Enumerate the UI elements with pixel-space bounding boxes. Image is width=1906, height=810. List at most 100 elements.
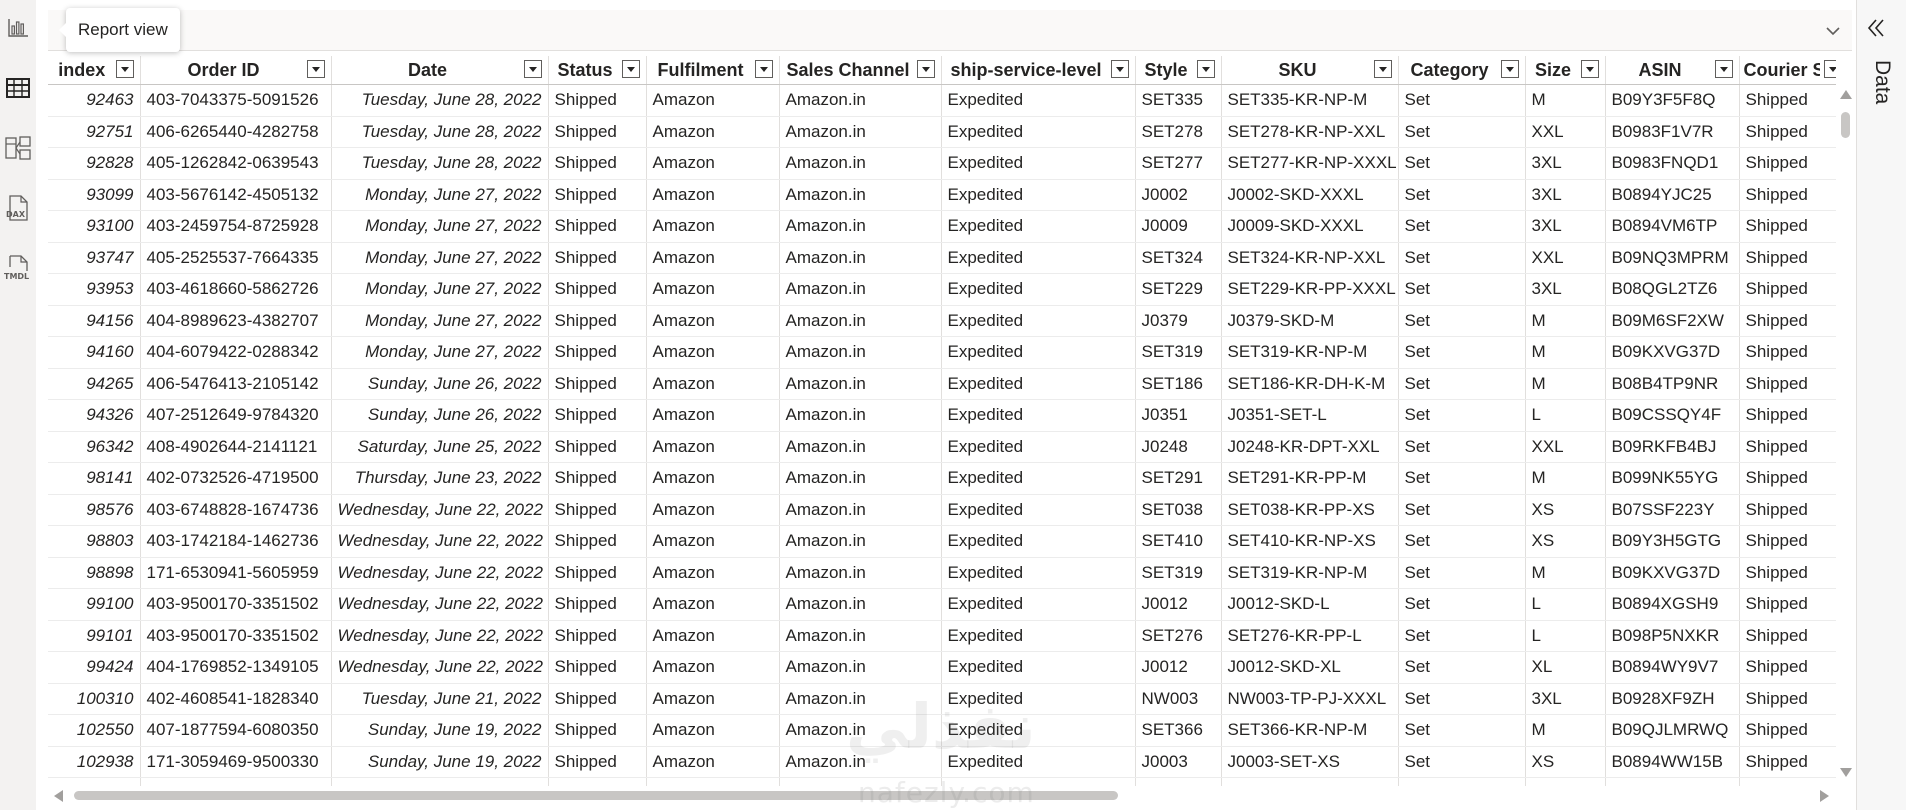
table-cell[interactable]: Shipped bbox=[548, 620, 647, 652]
table-cell[interactable]: SET366-KR-NP-M bbox=[1221, 714, 1399, 747]
table-cell[interactable]: Expedited bbox=[941, 494, 1136, 526]
table-cell[interactable]: Set bbox=[1398, 147, 1526, 180]
table-cell[interactable]: Amazon bbox=[646, 242, 780, 274]
table-cell[interactable]: Set bbox=[1398, 210, 1526, 243]
filter-dropdown-icon[interactable] bbox=[115, 60, 134, 78]
table-cell[interactable]: Shipped bbox=[1739, 273, 1836, 306]
table-cell[interactable]: Amazon.in bbox=[779, 179, 942, 211]
table-cell[interactable]: Shipped bbox=[1739, 714, 1836, 747]
table-cell[interactable]: Expedited bbox=[941, 336, 1136, 369]
table-cell[interactable]: Amazon.in bbox=[779, 557, 942, 589]
table-cell[interactable]: Amazon bbox=[646, 462, 780, 495]
table-row[interactable]: 93099 403-5676142-4505132 Monday, June 27,… bbox=[48, 179, 1836, 211]
table-cell[interactable]: 96342 bbox=[48, 431, 141, 463]
table-cell[interactable]: SET229 bbox=[1135, 273, 1222, 306]
table-cell[interactable]: SET319 bbox=[1135, 557, 1222, 589]
table-cell[interactable]: Expedited bbox=[941, 588, 1136, 621]
table-cell[interactable]: Amazon.in bbox=[779, 116, 942, 148]
table-cell[interactable]: B09K2HVZ82 bbox=[1605, 777, 1740, 786]
column-header[interactable]: Style bbox=[1135, 56, 1222, 85]
table-cell[interactable]: B09Y3F5F8Q bbox=[1605, 84, 1740, 117]
table-cell[interactable]: 102550 bbox=[48, 714, 141, 747]
table-cell[interactable]: J0002-SKD-XXXL bbox=[1221, 179, 1399, 211]
table-cell[interactable]: 98576 bbox=[48, 494, 141, 526]
table-cell[interactable]: 93747 bbox=[48, 242, 141, 274]
column-header[interactable]: Courier Status bbox=[1739, 56, 1836, 85]
table-cell[interactable]: Shipped bbox=[1739, 588, 1836, 621]
table-cell[interactable]: 405-1262842-0639543 bbox=[140, 147, 332, 180]
table-cell[interactable]: Set bbox=[1398, 588, 1526, 621]
table-cell[interactable]: Set bbox=[1398, 84, 1526, 117]
table-cell[interactable]: Tuesday, June 28, 2022 bbox=[331, 84, 549, 117]
table-cell[interactable]: Amazon.in bbox=[779, 336, 942, 369]
table-cell[interactable]: Shipped bbox=[548, 431, 647, 463]
table-cell[interactable]: 403-2459754-8725928 bbox=[140, 210, 332, 243]
table-cell[interactable]: Monday, June 27, 2022 bbox=[331, 336, 549, 369]
table-cell[interactable]: Monday, June 27, 2022 bbox=[331, 273, 549, 306]
table-cell[interactable]: Amazon.in bbox=[779, 620, 942, 652]
table-cell[interactable]: Shipped bbox=[548, 116, 647, 148]
table-row[interactable]: 98141 402-0732526-4719500 Thursday, June 2… bbox=[48, 462, 1836, 495]
table-cell[interactable]: Amazon.in bbox=[779, 462, 942, 495]
filter-dropdown-icon[interactable] bbox=[1373, 60, 1392, 78]
table-cell[interactable]: SET277-KR-NP-XXXL bbox=[1221, 147, 1399, 180]
table-cell[interactable]: 94156 bbox=[48, 305, 141, 337]
table-cell[interactable]: Set bbox=[1398, 683, 1526, 715]
table-cell[interactable]: Shipped bbox=[1739, 84, 1836, 117]
table-cell[interactable]: Amazon.in bbox=[779, 147, 942, 180]
table-cell[interactable]: Shipped bbox=[548, 714, 647, 747]
table-cell[interactable]: Shipped bbox=[1739, 746, 1836, 778]
table-cell[interactable]: Shipped bbox=[548, 683, 647, 715]
table-cell[interactable]: Shipped bbox=[1739, 651, 1836, 684]
table-cell[interactable]: Set bbox=[1398, 494, 1526, 526]
table-cell[interactable]: Expedited bbox=[941, 399, 1136, 432]
table-cell[interactable]: Amazon bbox=[646, 147, 780, 180]
table-cell[interactable]: Shipped bbox=[548, 84, 647, 117]
table-cell[interactable]: Set bbox=[1398, 399, 1526, 432]
table-cell[interactable]: Set bbox=[1398, 651, 1526, 684]
table-cell[interactable]: XXL bbox=[1525, 242, 1606, 274]
table-cell[interactable]: M bbox=[1525, 336, 1606, 369]
filter-dropdown-icon[interactable] bbox=[1500, 60, 1519, 78]
table-cell[interactable]: Shipped bbox=[548, 777, 647, 786]
table-cell[interactable]: Shipped bbox=[1739, 210, 1836, 243]
table-cell[interactable]: Amazon bbox=[646, 116, 780, 148]
table-cell[interactable]: 171-6530941-5605959 bbox=[140, 557, 332, 589]
table-cell[interactable]: Shipped bbox=[548, 651, 647, 684]
table-cell[interactable]: Set bbox=[1398, 336, 1526, 369]
filter-dropdown-icon[interactable] bbox=[1196, 60, 1215, 78]
table-row[interactable]: 99101 403-9500170-3351502 Wednesday, June … bbox=[48, 620, 1836, 652]
table-cell[interactable]: Shipped bbox=[548, 336, 647, 369]
vertical-scrollbar[interactable] bbox=[1838, 90, 1852, 780]
table-cell[interactable]: B098P5NXKR bbox=[1605, 620, 1740, 652]
table-row[interactable]: 93747 405-2525537-7664335 Monday, June 27,… bbox=[48, 242, 1836, 274]
table-cell[interactable]: Wednesday, June 22, 2022 bbox=[331, 494, 549, 526]
table-cell[interactable]: Sunday, June 26, 2022 bbox=[331, 399, 549, 432]
table-cell[interactable]: B08B4TP9NR bbox=[1605, 368, 1740, 400]
table-cell[interactable]: 94265 bbox=[48, 368, 141, 400]
table-cell[interactable]: Amazon bbox=[646, 588, 780, 621]
table-cell[interactable]: XXL bbox=[1525, 116, 1606, 148]
table-cell[interactable]: B099NK55YG bbox=[1605, 462, 1740, 495]
table-cell[interactable]: B09NQ3MPRM bbox=[1605, 242, 1740, 274]
column-header[interactable]: Fulfilment bbox=[646, 56, 780, 85]
table-cell[interactable]: 402-0732526-4719500 bbox=[140, 462, 332, 495]
table-cell[interactable]: 406-5476413-2105142 bbox=[140, 368, 332, 400]
table-cell[interactable]: 407-1877594-6080350 bbox=[140, 714, 332, 747]
table-cell[interactable]: 402-4608541-1828340 bbox=[140, 683, 332, 715]
table-cell[interactable]: B0894WW15B bbox=[1605, 746, 1740, 778]
table-cell[interactable]: 92828 bbox=[48, 147, 141, 180]
table-cell[interactable]: J0002 bbox=[1135, 179, 1222, 211]
table-row[interactable]: 98576 403-6748828-1674736 Wednesday, June … bbox=[48, 494, 1836, 526]
table-cell[interactable]: Amazon.in bbox=[779, 305, 942, 337]
table-row[interactable]: 92463 403-7043375-5091526 Tuesday, June 28… bbox=[48, 84, 1836, 117]
table-cell[interactable]: J0003-SET-XS bbox=[1221, 746, 1399, 778]
vertical-scroll-thumb[interactable] bbox=[1841, 112, 1850, 138]
column-header[interactable]: SKU bbox=[1221, 56, 1399, 85]
table-row[interactable]: 94326 407-2512649-9784320 Sunday, June 26,… bbox=[48, 399, 1836, 432]
filter-dropdown-icon[interactable] bbox=[523, 60, 542, 78]
table-cell[interactable]: Amazon.in bbox=[779, 525, 942, 558]
table-row[interactable]: 93100 403-2459754-8725928 Monday, June 27,… bbox=[48, 210, 1836, 243]
table-cell[interactable]: Amazon.in bbox=[779, 588, 942, 621]
table-cell[interactable]: J0351-SET-L bbox=[1221, 399, 1399, 432]
